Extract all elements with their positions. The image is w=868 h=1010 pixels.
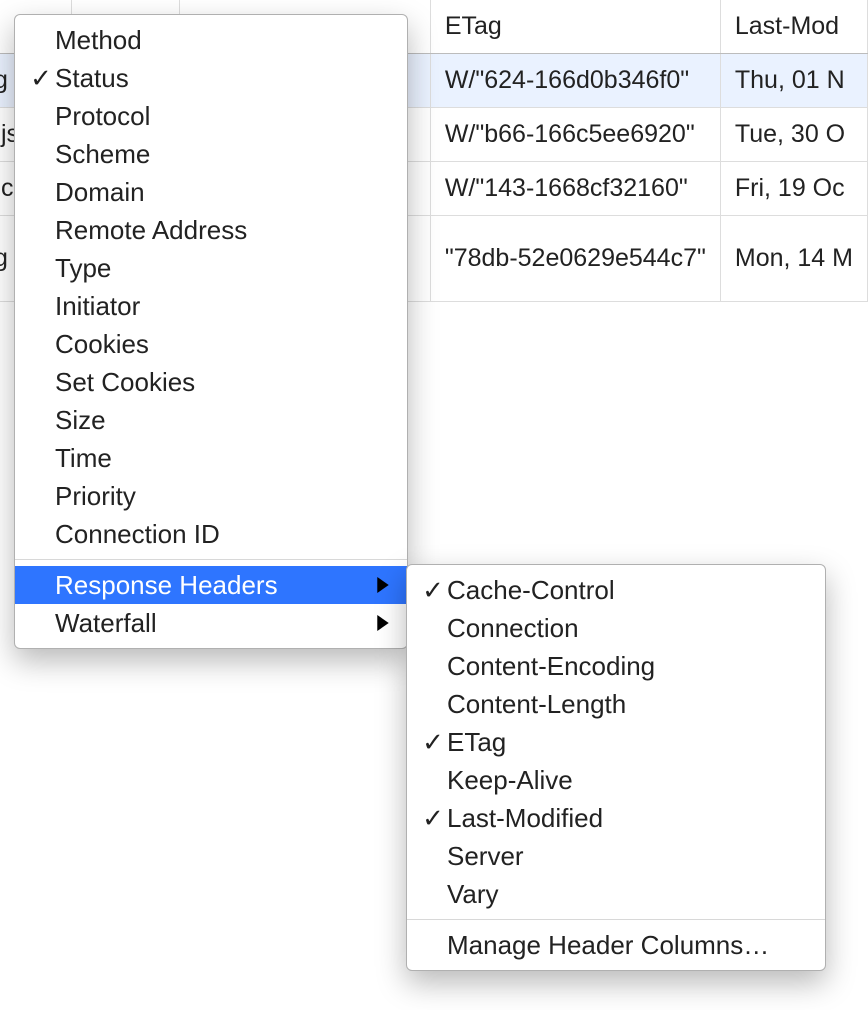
menu-item-label: Initiator xyxy=(55,287,389,325)
menu-item-type[interactable]: Type xyxy=(15,249,407,287)
menu-item-label: Scheme xyxy=(55,135,389,173)
header-item-server[interactable]: Server xyxy=(407,837,825,875)
menu-item-method[interactable]: Method xyxy=(15,21,407,59)
menu-item-label: Content-Length xyxy=(447,685,807,723)
header-item-content-encoding[interactable]: Content-Encoding xyxy=(407,647,825,685)
menu-item-priority[interactable]: Priority xyxy=(15,477,407,515)
menu-item-label: Connection xyxy=(447,609,807,647)
menu-item-label: Vary xyxy=(447,875,807,913)
cell-etag: "78db-52e0629e544c7" xyxy=(430,216,720,302)
header-item-content-length[interactable]: Content-Length xyxy=(407,685,825,723)
menu-item-domain[interactable]: Domain xyxy=(15,173,407,211)
submenu-response-headers[interactable]: Response Headers xyxy=(15,566,407,604)
cell-etag: W/"b66-166c5ee6920" xyxy=(430,108,720,162)
header-item-cache-control[interactable]: ✓Cache-Control xyxy=(407,571,825,609)
cell-lastmod: Fri, 19 Oc xyxy=(720,162,867,216)
menu-item-label: Manage Header Columns… xyxy=(447,926,807,964)
check-icon: ✓ xyxy=(419,723,447,761)
menu-item-label: Status xyxy=(55,59,389,97)
manage-header-columns[interactable]: Manage Header Columns… xyxy=(407,926,825,964)
menu-item-time[interactable]: Time xyxy=(15,439,407,477)
menu-item-label: Time xyxy=(55,439,389,477)
menu-item-size[interactable]: Size xyxy=(15,401,407,439)
menu-item-label: Type xyxy=(55,249,389,287)
chevron-right-icon xyxy=(377,615,389,631)
menu-item-label: Waterfall xyxy=(55,604,367,642)
header-item-connection[interactable]: Connection xyxy=(407,609,825,647)
chevron-right-icon xyxy=(377,577,389,593)
menu-item-label: Server xyxy=(447,837,807,875)
menu-item-connection-id[interactable]: Connection ID xyxy=(15,515,407,553)
submenu-waterfall[interactable]: Waterfall xyxy=(15,604,407,642)
menu-item-label: Domain xyxy=(55,173,389,211)
menu-item-label: Keep-Alive xyxy=(447,761,807,799)
check-icon: ✓ xyxy=(419,571,447,609)
col-header-etag[interactable]: ETag xyxy=(430,0,720,54)
cell-lastmod: Thu, 01 N xyxy=(720,54,867,108)
check-icon: ✓ xyxy=(27,59,55,97)
menu-item-scheme[interactable]: Scheme xyxy=(15,135,407,173)
menu-separator xyxy=(407,919,825,920)
menu-item-label: Last-Modified xyxy=(447,799,807,837)
menu-item-label: ETag xyxy=(447,723,807,761)
response-headers-submenu[interactable]: ✓Cache-ControlConnectionContent-Encoding… xyxy=(406,564,826,971)
menu-item-status[interactable]: ✓Status xyxy=(15,59,407,97)
menu-item-protocol[interactable]: Protocol xyxy=(15,97,407,135)
cell-lastmod: Mon, 14 M xyxy=(720,216,867,302)
menu-item-label: Priority xyxy=(55,477,389,515)
menu-item-cookies[interactable]: Cookies xyxy=(15,325,407,363)
menu-item-set-cookies[interactable]: Set Cookies xyxy=(15,363,407,401)
menu-item-label: Method xyxy=(55,21,389,59)
cell-etag: W/"143-1668cf32160" xyxy=(430,162,720,216)
header-item-vary[interactable]: Vary xyxy=(407,875,825,913)
cell-etag: W/"624-166d0b346f0" xyxy=(430,54,720,108)
menu-item-initiator[interactable]: Initiator xyxy=(15,287,407,325)
menu-item-label: Remote Address xyxy=(55,211,389,249)
cell-lastmod: Tue, 30 O xyxy=(720,108,867,162)
col-header-lastmod[interactable]: Last-Mod xyxy=(720,0,867,54)
menu-item-label: Protocol xyxy=(55,97,389,135)
menu-item-label: Cache-Control xyxy=(447,571,807,609)
menu-separator xyxy=(15,559,407,560)
menu-item-label: Size xyxy=(55,401,389,439)
header-item-last-modified[interactable]: ✓Last-Modified xyxy=(407,799,825,837)
menu-item-remote-address[interactable]: Remote Address xyxy=(15,211,407,249)
check-icon: ✓ xyxy=(419,799,447,837)
header-item-etag[interactable]: ✓ETag xyxy=(407,723,825,761)
menu-item-label: Cookies xyxy=(55,325,389,363)
menu-item-label: Content-Encoding xyxy=(447,647,807,685)
column-context-menu[interactable]: Method✓StatusProtocolSchemeDomainRemote … xyxy=(14,14,408,649)
menu-item-label: Response Headers xyxy=(55,566,367,604)
menu-item-label: Set Cookies xyxy=(55,363,389,401)
menu-item-label: Connection ID xyxy=(55,515,389,553)
header-item-keep-alive[interactable]: Keep-Alive xyxy=(407,761,825,799)
